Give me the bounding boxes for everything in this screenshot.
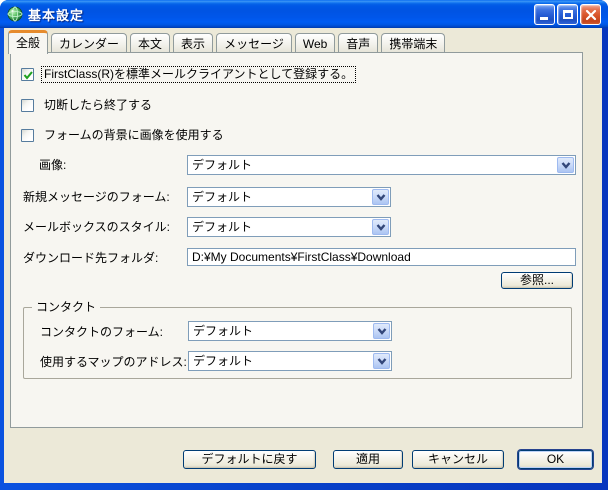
chevron-down-icon[interactable]: [373, 323, 390, 339]
chevron-down-icon[interactable]: [372, 219, 389, 235]
default-mail-client-checkbox[interactable]: [21, 68, 34, 81]
ok-button[interactable]: OK: [518, 450, 593, 469]
chevron-down-icon[interactable]: [373, 353, 390, 369]
form-background-image-row: フォームの背景に画像を使用する: [21, 128, 226, 143]
tab-sound[interactable]: 音声: [338, 33, 378, 53]
map-address-combo[interactable]: デフォルト: [188, 351, 392, 371]
form-background-image-label[interactable]: フォームの背景に画像を使用する: [42, 128, 226, 143]
mailbox-style-combo-value: デフォルト: [192, 220, 252, 234]
contact-group-title: コンタクト: [32, 300, 100, 314]
titlebar[interactable]: 基本設定: [0, 0, 608, 28]
tab-display[interactable]: 表示: [173, 33, 213, 53]
apply-button[interactable]: 適用: [333, 450, 403, 469]
close-icon: [585, 9, 597, 21]
maximize-icon: [563, 10, 573, 19]
contact-form-label: コンタクトのフォーム:: [40, 325, 163, 339]
settings-window: 基本設定 全般 カレンダー 本文 表示 メッセージ Web 音声 携帯端末: [0, 0, 608, 490]
download-folder-label: ダウンロード先フォルダ:: [23, 251, 158, 265]
new-message-form-label: 新規メッセージのフォーム:: [23, 190, 170, 204]
quit-on-disconnect-label[interactable]: 切断したら終了する: [42, 98, 154, 113]
map-address-label: 使用するマップのアドレス:: [40, 355, 187, 369]
new-message-form-combo[interactable]: デフォルト: [187, 187, 391, 207]
tab-message[interactable]: メッセージ: [216, 33, 292, 53]
default-mail-client-row: FirstClass(R)を標準メールクライアントとして登録する。: [21, 67, 355, 82]
tab-strip: 全般 カレンダー 本文 表示 メッセージ Web 音声 携帯端末: [8, 30, 448, 53]
contact-group: コンタクト コンタクトのフォーム: デフォルト 使用するマップのアドレス: デフ…: [23, 307, 572, 379]
tab-body-text[interactable]: 本文: [130, 33, 170, 53]
image-label: 画像:: [39, 158, 66, 172]
form-background-image-checkbox[interactable]: [21, 129, 34, 142]
map-address-combo-value: デフォルト: [193, 354, 253, 368]
image-combo[interactable]: デフォルト: [187, 155, 576, 175]
check-icon: [22, 69, 35, 82]
mailbox-style-combo[interactable]: デフォルト: [187, 217, 391, 237]
tab-web[interactable]: Web: [295, 33, 335, 53]
window-title: 基本設定: [28, 5, 84, 24]
window-controls: [534, 4, 601, 25]
download-folder-input[interactable]: [187, 248, 576, 266]
quit-on-disconnect-checkbox[interactable]: [21, 99, 34, 112]
tab-calendar[interactable]: カレンダー: [51, 33, 127, 53]
close-button[interactable]: [580, 4, 601, 25]
firstclass-globe-icon: [7, 6, 23, 22]
image-combo-value: デフォルト: [192, 158, 252, 172]
restore-defaults-button[interactable]: デフォルトに戻す: [183, 450, 316, 469]
default-mail-client-label[interactable]: FirstClass(R)を標準メールクライアントとして登録する。: [42, 67, 355, 82]
chevron-down-icon[interactable]: [372, 189, 389, 205]
cancel-button[interactable]: キャンセル: [412, 450, 504, 469]
minimize-icon: [540, 17, 548, 20]
quit-on-disconnect-row: 切断したら終了する: [21, 98, 154, 113]
mailbox-style-label: メールボックスのスタイル:: [23, 220, 170, 234]
browse-button[interactable]: 参照...: [501, 272, 573, 289]
chevron-down-icon[interactable]: [557, 157, 574, 173]
maximize-button[interactable]: [557, 4, 578, 25]
minimize-button[interactable]: [534, 4, 555, 25]
contact-form-combo-value: デフォルト: [193, 324, 253, 338]
dialog-body: 全般 カレンダー 本文 表示 メッセージ Web 音声 携帯端末 FirstCl…: [4, 28, 602, 483]
contact-form-combo[interactable]: デフォルト: [188, 321, 392, 341]
tab-page-general: FirstClass(R)を標準メールクライアントとして登録する。 切断したら終…: [10, 52, 583, 428]
tab-mobile[interactable]: 携帯端末: [381, 33, 445, 53]
new-message-form-combo-value: デフォルト: [192, 190, 252, 204]
tab-general[interactable]: 全般: [8, 30, 48, 54]
